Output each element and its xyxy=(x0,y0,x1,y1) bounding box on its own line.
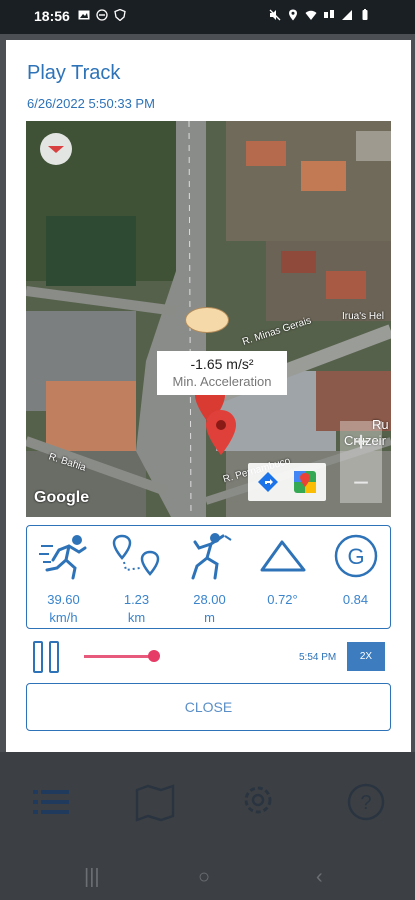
background-nav-bar: ? xyxy=(0,762,415,842)
stat-g-force: G 0.84 xyxy=(319,526,392,630)
slope-value: 0.72° xyxy=(267,592,298,607)
map-toolbar xyxy=(248,463,326,501)
image-icon xyxy=(78,10,90,20)
vpn-shield-icon xyxy=(114,9,126,21)
home-icon[interactable]: ○ xyxy=(198,866,210,889)
climber-altitude-icon xyxy=(191,533,232,580)
help-icon: ? xyxy=(347,783,385,821)
svg-text:G: G xyxy=(347,544,364,569)
do-not-disturb-icon xyxy=(96,9,108,21)
google-logo: Google xyxy=(34,489,90,506)
status-time: 18:56 xyxy=(34,8,70,24)
tooltip-label: Min. Acceleration xyxy=(172,374,272,389)
map-icon xyxy=(135,784,175,822)
zoom-in-button[interactable]: + xyxy=(340,421,382,462)
distance-route-icon xyxy=(112,534,160,576)
dialog-title: Play Track xyxy=(27,62,121,84)
street-label: Irua's Hel xyxy=(342,311,384,322)
stat-altitude: 28.00 m xyxy=(173,526,246,630)
battery-icon xyxy=(362,9,368,20)
playback-speed-button[interactable]: 2X xyxy=(347,642,385,671)
stat-speed: 39.60 km/h xyxy=(27,526,100,630)
google-maps-icon[interactable] xyxy=(292,469,318,495)
pause-button[interactable] xyxy=(33,641,61,673)
speed-value: 39.60 xyxy=(47,592,80,607)
start-marker[interactable] xyxy=(185,307,229,333)
zoom-out-button[interactable]: − xyxy=(340,462,382,503)
recent-apps-icon[interactable]: ||| xyxy=(84,866,100,889)
current-position-pin-icon[interactable] xyxy=(204,409,238,457)
wifi-icon xyxy=(305,10,317,20)
tooltip-value: -1.65 m/s² xyxy=(190,356,254,372)
g-force-icon: G xyxy=(334,534,378,578)
slope-angle-icon xyxy=(260,540,306,572)
signal-icon xyxy=(342,10,352,20)
distance-value: 1.23 xyxy=(123,592,150,607)
distance-unit: km xyxy=(127,610,146,625)
zoom-controls: + − xyxy=(340,421,382,503)
speed-unit: km/h xyxy=(49,610,78,625)
play-track-dialog: Play Track 6/26/2022 5:50:33 PM -1.65 m/… xyxy=(6,40,411,752)
track-stats-panel: 39.60 km/h 1.23 km 28.00 m 0.72° G 0.84 xyxy=(26,525,391,629)
pause-icon xyxy=(49,641,59,673)
acceleration-tooltip: -1.65 m/s² Min. Acceleration xyxy=(157,351,287,395)
playback-slider-knob[interactable] xyxy=(148,650,160,662)
satellite-map[interactable]: -1.65 m/s² Min. Acceleration R. Bahia R.… xyxy=(26,121,391,517)
list-menu-icon xyxy=(33,790,69,814)
compass-needle-icon xyxy=(48,146,64,153)
location-icon xyxy=(289,9,297,21)
directions-icon[interactable] xyxy=(256,470,280,494)
runner-speed-icon xyxy=(39,535,87,580)
compass-button[interactable] xyxy=(40,133,72,165)
playback-time: 5:54 PM xyxy=(299,652,337,663)
status-bar: 18:56 xyxy=(0,0,415,34)
system-nav-bar: ||| ○ ‹ xyxy=(0,852,415,900)
back-icon[interactable]: ‹ xyxy=(316,866,323,889)
playback-slider-track[interactable] xyxy=(84,655,154,658)
track-date: 6/26/2022 5:50:33 PM xyxy=(27,96,155,111)
mobile-data-icon xyxy=(324,10,334,18)
stat-slope: 0.72° xyxy=(246,526,319,630)
stat-distance: 1.23 km xyxy=(100,526,173,630)
close-button[interactable]: CLOSE xyxy=(26,683,391,731)
svg-text:?: ? xyxy=(360,792,371,814)
pause-icon xyxy=(33,641,43,673)
g-force-value: 0.84 xyxy=(342,592,369,607)
altitude-unit: m xyxy=(204,610,215,625)
altitude-value: 28.00 xyxy=(193,592,226,607)
settings-icon xyxy=(244,786,272,814)
mute-icon xyxy=(269,9,281,21)
